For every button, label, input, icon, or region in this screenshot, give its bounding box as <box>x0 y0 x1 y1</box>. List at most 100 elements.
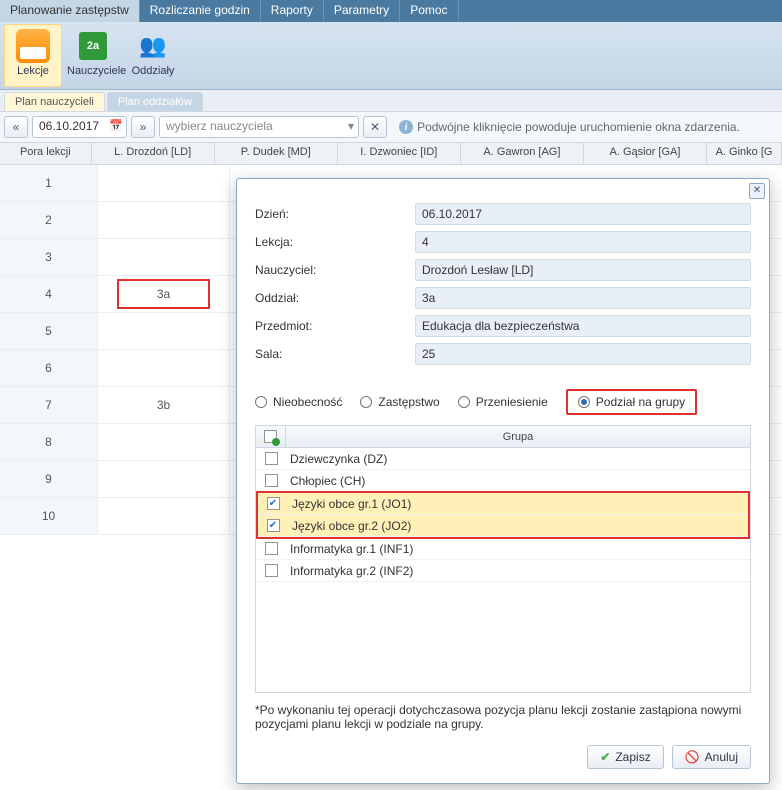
checkbox[interactable]: ✔ <box>267 519 280 532</box>
lesson-time-header: Pora lekcji <box>0 143 92 164</box>
ribbon: Lekcje 2aNauczyciele👥Oddziały <box>0 22 782 90</box>
group-name: Informatyka gr.1 (INF1) <box>286 542 750 556</box>
ribbon-label: Lekcje <box>7 65 59 77</box>
prev-button[interactable]: « <box>4 116 28 138</box>
check-all-icon[interactable] <box>256 426 286 447</box>
checkbox[interactable] <box>265 564 278 577</box>
next-button[interactable]: » <box>131 116 155 138</box>
radio-icon <box>255 396 267 408</box>
teacher-column-header: L. Drozdoń [LD] <box>92 143 215 164</box>
checkbox[interactable] <box>265 542 278 555</box>
selected-groups-frame: ✔ Języki obce gr.1 (JO1) ✔Języki obce gr.2… <box>256 491 750 539</box>
form-value: 06.10.2017 <box>415 203 751 225</box>
group-row[interactable]: Informatyka gr.2 (INF2) <box>256 560 750 582</box>
form-row: Dzień:06.10.2017 <box>255 203 751 225</box>
date-field[interactable]: 06.10.2017 <box>32 116 127 138</box>
top-tab[interactable]: Rozliczanie godzin <box>140 0 261 22</box>
radio-icon <box>578 396 590 408</box>
close-button[interactable]: ✕ <box>749 183 765 199</box>
top-tab[interactable]: Parametry <box>324 0 400 22</box>
schedule-cell[interactable]: 3a <box>98 276 230 312</box>
plan-tab[interactable]: Plan nauczycieli <box>4 92 105 111</box>
lesson-number-cell: 10 <box>0 498 98 534</box>
checkbox[interactable] <box>265 452 278 465</box>
form-label: Dzień: <box>255 207 415 221</box>
cancel-icon: 🚫 <box>685 750 700 764</box>
checkbox[interactable]: ✔ <box>267 497 280 510</box>
checkbox[interactable] <box>265 474 278 487</box>
form-row: Nauczyciel:Drozdoń Lesław [LD] <box>255 259 751 281</box>
form-value: Drozdoń Lesław [LD] <box>415 259 751 281</box>
lesson-number-cell: 1 <box>0 165 98 201</box>
save-label: Zapisz <box>615 750 650 764</box>
form-row: Lekcja:4 <box>255 231 751 253</box>
schedule-cell[interactable] <box>98 350 230 386</box>
teacher-combo[interactable]: wybierz nauczyciela <box>159 116 359 138</box>
plan-tab[interactable]: Plan oddziałów <box>107 92 203 111</box>
form-label: Lekcja: <box>255 235 415 249</box>
group-table: Grupa Dziewczynka (DZ)Chłopiec (CH)✔Języ… <box>255 425 751 693</box>
group-name: Dziewczynka (DZ) <box>286 452 750 466</box>
top-tabstrip: Planowanie zastępstwRozliczanie godzinRa… <box>0 0 782 22</box>
lesson-number-cell: 2 <box>0 202 98 238</box>
form-value: Edukacja dla bezpieczeństwa <box>415 315 751 337</box>
lesson-number-cell: 7 <box>0 387 98 423</box>
save-button[interactable]: ✔ Zapisz <box>587 745 663 769</box>
group-name: Języki obce gr.1 (JO1) <box>288 497 748 511</box>
top-tab[interactable]: Raporty <box>261 0 324 22</box>
ribbon-button[interactable]: 2aNauczyciele <box>64 24 122 87</box>
form-row: Oddział:3a <box>255 287 751 309</box>
schedule-cell[interactable] <box>98 498 230 534</box>
form-label: Sala: <box>255 347 415 361</box>
radio-option[interactable]: Podział na grupy <box>566 389 697 415</box>
schedule-cell[interactable]: 3b <box>98 387 230 423</box>
modal-buttons: ✔ Zapisz 🚫 Anuluj <box>237 735 769 783</box>
teacher-column-header: A. Gąsior [GA] <box>584 143 707 164</box>
radio-option[interactable]: Przeniesienie <box>458 395 548 409</box>
group-name: Informatyka gr.2 (INF2) <box>286 564 750 578</box>
group-row[interactable]: Chłopiec (CH) <box>256 470 750 492</box>
form-row: Przedmiot:Edukacja dla bezpieczeństwa <box>255 315 751 337</box>
person-icon: 👥 <box>139 32 167 60</box>
selected-lesson[interactable]: 3a <box>117 279 210 309</box>
radio-label: Zastępstwo <box>378 395 439 409</box>
radio-option[interactable]: Nieobecność <box>255 395 342 409</box>
ribbon-button[interactable]: Lekcje <box>4 24 62 87</box>
toolbar: « 06.10.2017 » wybierz nauczyciela ✕ i P… <box>0 112 782 143</box>
plan-tabstrip: Plan nauczycieliPlan oddziałów <box>0 90 782 112</box>
teacher-column-header: I. Dzwoniec [ID] <box>338 143 461 164</box>
radio-label: Podział na grupy <box>596 395 685 409</box>
calendar-icon <box>16 29 50 63</box>
lesson-number-cell: 9 <box>0 461 98 497</box>
ribbon-button[interactable]: 👥Oddziały <box>124 24 182 87</box>
schedule-cell[interactable] <box>98 239 230 275</box>
radio-label: Nieobecność <box>273 395 342 409</box>
form-area: Dzień:06.10.2017 Lekcja:4 Nauczyciel:Drozd… <box>237 179 769 379</box>
schedule-cell[interactable] <box>98 202 230 238</box>
clear-teacher-button[interactable]: ✕ <box>363 116 387 138</box>
group-row[interactable]: Dziewczynka (DZ) <box>256 448 750 470</box>
cancel-button[interactable]: 🚫 Anuluj <box>672 745 751 769</box>
group-column-header: Grupa <box>286 431 750 443</box>
group-row[interactable]: ✔Języki obce gr.2 (JO2) <box>258 515 748 537</box>
schedule-cell[interactable] <box>98 313 230 349</box>
group-name: Chłopiec (CH) <box>286 474 750 488</box>
form-label: Oddział: <box>255 291 415 305</box>
form-label: Nauczyciel: <box>255 263 415 277</box>
grid-header: Pora lekcjiL. Drozdoń [LD]P. Dudek [MD]I… <box>0 143 782 165</box>
lesson-number-cell: 8 <box>0 424 98 460</box>
info-hint: i Podwójne kliknięcie powoduje uruchomie… <box>399 120 740 134</box>
radio-option[interactable]: Zastępstwo <box>360 395 439 409</box>
group-row[interactable]: ✔ Języki obce gr.1 (JO1) <box>258 493 748 515</box>
radio-icon <box>360 396 372 408</box>
top-tab[interactable]: Pomoc <box>400 0 458 22</box>
top-tab[interactable]: Planowanie zastępstw <box>0 0 140 22</box>
schedule-cell[interactable] <box>98 424 230 460</box>
radio-row: Nieobecność Zastępstwo Przeniesienie Podzia… <box>237 379 769 425</box>
form-label: Przedmiot: <box>255 319 415 333</box>
schedule-cell[interactable] <box>98 461 230 497</box>
event-dialog: ✕ Dzień:06.10.2017 Lekcja:4 Nauczyciel:Dro… <box>236 178 770 784</box>
radio-label: Przeniesienie <box>476 395 548 409</box>
group-row[interactable]: Informatyka gr.1 (INF1) <box>256 538 750 560</box>
schedule-cell[interactable] <box>98 165 230 201</box>
